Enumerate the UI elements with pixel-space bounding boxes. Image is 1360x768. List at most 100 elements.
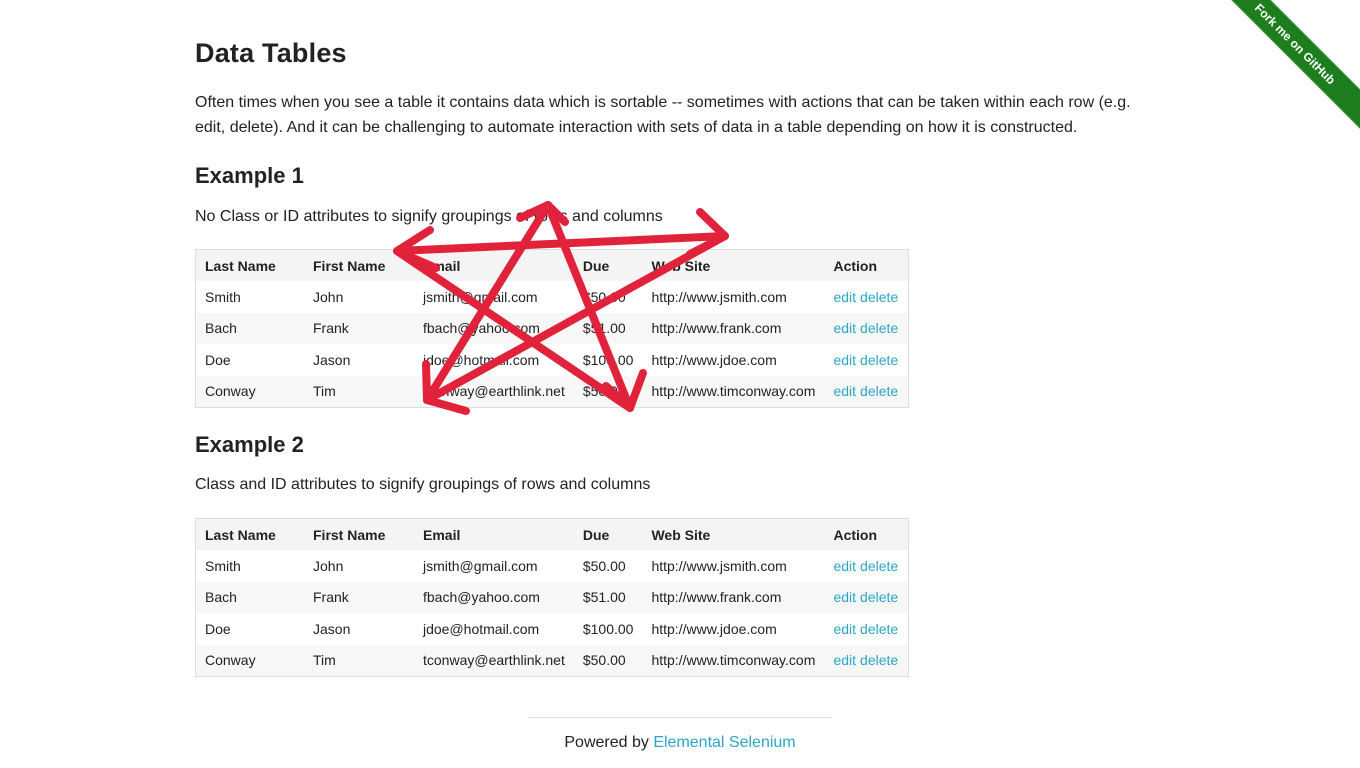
table-row: Doe Jason jdoe@hotmail.com $100.00 http://ww… bbox=[195, 344, 909, 376]
delete-link[interactable]: delete bbox=[860, 383, 898, 399]
cell-first-name: Jason bbox=[304, 613, 414, 645]
table-header-row: Last Name First Name Email Due Web Site Actio… bbox=[195, 518, 909, 550]
cell-action: edit delete bbox=[824, 644, 909, 677]
table-row: Bach Frank fbach@yahoo.com $51.00 http://www… bbox=[195, 581, 909, 613]
header-web-site[interactable]: Web Site bbox=[642, 518, 825, 550]
example-1-description: No Class or ID attributes to signify gro… bbox=[195, 208, 663, 225]
delete-link[interactable]: delete bbox=[860, 558, 898, 574]
footer-divider bbox=[528, 717, 832, 718]
footer-prefix: Powered by bbox=[564, 734, 649, 751]
cell-email: jsmith@gmail.com bbox=[414, 550, 574, 582]
header-first-name[interactable]: First Name bbox=[304, 249, 414, 281]
cell-last-name: Doe bbox=[195, 344, 304, 376]
cell-web-site: http://www.jsmith.com bbox=[642, 281, 825, 313]
edit-link[interactable]: edit bbox=[833, 558, 856, 574]
edit-link[interactable]: edit bbox=[833, 589, 856, 605]
page-title: Data Tables bbox=[195, 38, 347, 68]
cell-first-name: John bbox=[304, 281, 414, 313]
table-row: Doe Jason jdoe@hotmail.com $100.00 http://ww… bbox=[195, 613, 909, 645]
table-row: Conway Tim tconway@earthlink.net $50.00 http… bbox=[195, 644, 909, 677]
cell-last-name: Smith bbox=[195, 281, 304, 313]
cell-due: $50.00 bbox=[573, 550, 643, 582]
header-email[interactable]: Email bbox=[414, 518, 574, 550]
cell-email: fbach@yahoo.com bbox=[414, 312, 574, 344]
fork-me-link[interactable]: Fork me on GitHub bbox=[1220, 0, 1360, 140]
cell-web-site: http://www.jdoe.com bbox=[642, 613, 825, 645]
edit-link[interactable]: edit bbox=[833, 289, 856, 305]
delete-link[interactable]: delete bbox=[860, 652, 898, 668]
cell-due: $100.00 bbox=[573, 613, 643, 645]
header-action: Action bbox=[824, 518, 909, 550]
cell-first-name: Tim bbox=[304, 644, 414, 677]
table-header-row: Last Name First Name Email Due Web Site Actio… bbox=[195, 249, 909, 281]
table-row: Smith John jsmith@gmail.com $50.00 http://ww… bbox=[195, 281, 909, 313]
cell-web-site: http://www.jsmith.com bbox=[642, 550, 825, 582]
arrowhead bbox=[686, 208, 729, 258]
cell-first-name: Tim bbox=[304, 375, 414, 408]
intro-paragraph: Often times when you see a table it cont… bbox=[195, 94, 1131, 136]
header-due[interactable]: Due bbox=[573, 249, 643, 281]
cell-action: edit delete bbox=[824, 550, 909, 582]
header-first-name[interactable]: First Name bbox=[304, 518, 414, 550]
header-action: Action bbox=[824, 249, 909, 281]
delete-link[interactable]: delete bbox=[860, 621, 898, 637]
cell-due: $100.00 bbox=[573, 344, 643, 376]
cell-due: $50.00 bbox=[573, 281, 643, 313]
cell-last-name: Conway bbox=[195, 375, 304, 408]
cell-action: edit delete bbox=[824, 613, 909, 645]
table-row: Bach Frank fbach@yahoo.com $51.00 http://www… bbox=[195, 312, 909, 344]
table-row: Conway Tim tconway@earthlink.net $50.00 http… bbox=[195, 375, 909, 408]
fork-me-label: Fork me on GitHub bbox=[1251, 0, 1339, 88]
cell-action: edit delete bbox=[824, 281, 909, 313]
cell-last-name: Bach bbox=[195, 581, 304, 613]
header-last-name[interactable]: Last Name bbox=[195, 249, 304, 281]
table-2: Last Name First Name Email Due Web Site Actio… bbox=[195, 518, 910, 677]
github-ribbon[interactable]: Fork me on GitHub bbox=[1220, 0, 1360, 140]
header-email[interactable]: Email bbox=[414, 249, 574, 281]
cell-first-name: Jason bbox=[304, 344, 414, 376]
delete-link[interactable]: delete bbox=[860, 289, 898, 305]
cell-email: fbach@yahoo.com bbox=[414, 581, 574, 613]
cell-email: jdoe@hotmail.com bbox=[414, 344, 574, 376]
cell-first-name: Frank bbox=[304, 312, 414, 344]
cell-due: $51.00 bbox=[573, 581, 643, 613]
cell-first-name: Frank bbox=[304, 581, 414, 613]
cell-last-name: Smith bbox=[195, 550, 304, 582]
cell-web-site: http://www.frank.com bbox=[642, 581, 825, 613]
edit-link[interactable]: edit bbox=[833, 352, 856, 368]
cell-email: jdoe@hotmail.com bbox=[414, 613, 574, 645]
edit-link[interactable]: edit bbox=[833, 320, 856, 336]
cell-web-site: http://www.timconway.com bbox=[642, 644, 825, 677]
edit-link[interactable]: edit bbox=[833, 383, 856, 399]
header-due[interactable]: Due bbox=[573, 518, 643, 550]
cell-last-name: Bach bbox=[195, 312, 304, 344]
cell-email: tconway@earthlink.net bbox=[414, 375, 574, 408]
edit-link[interactable]: edit bbox=[833, 652, 856, 668]
table-1: Last Name First Name Email Due Web Site Actio… bbox=[195, 249, 910, 408]
edit-link[interactable]: edit bbox=[833, 621, 856, 637]
header-last-name[interactable]: Last Name bbox=[195, 518, 304, 550]
cell-email: jsmith@gmail.com bbox=[414, 281, 574, 313]
cell-last-name: Conway bbox=[195, 644, 304, 677]
example-2-description: Class and ID attributes to signify group… bbox=[195, 476, 651, 493]
cell-web-site: http://www.timconway.com bbox=[642, 375, 825, 408]
cell-last-name: Doe bbox=[195, 613, 304, 645]
delete-link[interactable]: delete bbox=[860, 320, 898, 336]
cell-action: edit delete bbox=[824, 312, 909, 344]
footer: Powered by Elemental Selenium bbox=[528, 734, 832, 752]
cell-email: tconway@earthlink.net bbox=[414, 644, 574, 677]
cell-action: edit delete bbox=[824, 344, 909, 376]
example-1-title: Example 1 bbox=[195, 163, 304, 188]
cell-due: $50.00 bbox=[573, 375, 643, 408]
table-row: Smith John jsmith@gmail.com $50.00 http://ww… bbox=[195, 550, 909, 582]
cell-action: edit delete bbox=[824, 375, 909, 408]
cell-due: $51.00 bbox=[573, 312, 643, 344]
cell-web-site: http://www.frank.com bbox=[642, 312, 825, 344]
elemental-selenium-link[interactable]: Elemental Selenium bbox=[653, 734, 795, 751]
cell-first-name: John bbox=[304, 550, 414, 582]
cell-web-site: http://www.jdoe.com bbox=[642, 344, 825, 376]
cell-due: $50.00 bbox=[573, 644, 643, 677]
header-web-site[interactable]: Web Site bbox=[642, 249, 825, 281]
delete-link[interactable]: delete bbox=[860, 352, 898, 368]
delete-link[interactable]: delete bbox=[860, 589, 898, 605]
